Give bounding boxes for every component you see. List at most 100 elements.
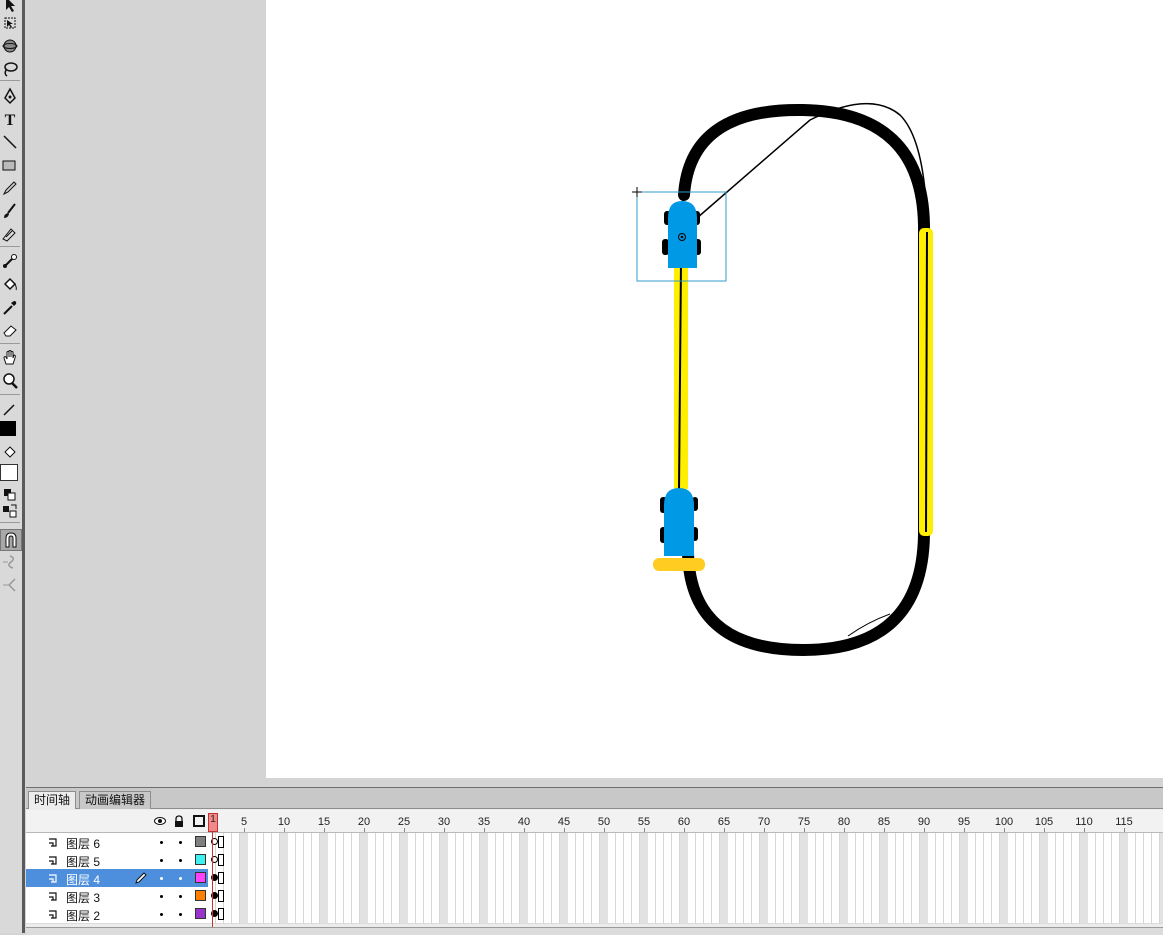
show-hide-eye-icon[interactable] <box>154 815 166 827</box>
line-tool-icon[interactable] <box>0 132 20 152</box>
frame-number: 85 <box>877 816 891 828</box>
frame-number: 55 <box>637 816 651 828</box>
frame-band <box>440 833 448 851</box>
frame-band <box>360 905 368 923</box>
eyedropper-tool-icon[interactable] <box>0 297 20 317</box>
layer-name-area[interactable]: 图层 4 <box>26 869 208 888</box>
layer-name[interactable]: 图层 3 <box>66 889 100 906</box>
frame-band <box>320 833 328 851</box>
frame-band <box>1120 887 1128 905</box>
frame-band <box>560 833 568 851</box>
layer-name[interactable]: 图层 5 <box>66 853 100 870</box>
layer-row[interactable]: 图层 6 <box>26 833 1163 852</box>
bottom-car[interactable] <box>660 488 698 556</box>
brush-tool-icon[interactable] <box>0 201 20 221</box>
layer-frames[interactable] <box>208 887 1163 906</box>
fill-color-swatch[interactable] <box>0 464 18 481</box>
frame-band <box>760 851 768 869</box>
deco-tool-icon[interactable] <box>0 224 20 244</box>
frame-band <box>600 887 608 905</box>
lock-dot[interactable] <box>179 895 182 898</box>
hand-tool-icon[interactable] <box>0 348 20 368</box>
frame-band <box>1120 905 1128 923</box>
smooth-icon[interactable] <box>0 552 20 572</box>
frame-band <box>960 887 968 905</box>
top-car[interactable] <box>662 201 701 268</box>
bone-tool-icon[interactable] <box>0 251 20 271</box>
zoom-tool-icon[interactable] <box>0 371 20 391</box>
free-transform-tool-icon[interactable] <box>0 13 20 33</box>
lasso-tool-icon[interactable] <box>0 59 20 79</box>
frame-band <box>1080 833 1088 851</box>
frame-band <box>440 851 448 869</box>
frame-number: 45 <box>557 816 571 828</box>
pen-tool-icon[interactable] <box>0 86 20 106</box>
selection-tool-icon[interactable] <box>0 0 20 14</box>
frame-tick <box>884 828 885 832</box>
paint-bucket-tool-icon[interactable] <box>0 274 20 294</box>
lock-dot[interactable] <box>179 913 182 916</box>
frame-ruler[interactable]: 1 5 10 15 20 25 30 35 40 45 50 55 60 65 70 75 80 85 90 95 1… <box>208 810 1163 832</box>
layer-outline-color-swatch[interactable] <box>195 872 206 883</box>
layer-row[interactable]: 图层 5 <box>26 851 1163 870</box>
layer-outline-color-swatch[interactable] <box>195 836 206 847</box>
straighten-icon[interactable] <box>0 575 20 595</box>
layer-frames[interactable] <box>208 851 1163 870</box>
eraser-tool-icon[interactable] <box>0 320 20 340</box>
layer-frames[interactable] <box>208 905 1163 924</box>
frame-number: 60 <box>677 816 691 828</box>
frame-band <box>400 869 408 887</box>
stroke-color-swatch[interactable] <box>0 421 16 436</box>
frame-band <box>880 851 888 869</box>
layer-name-area[interactable]: 图层 6 <box>26 833 208 852</box>
frame-band <box>440 869 448 887</box>
outline-icon[interactable] <box>193 815 205 827</box>
visibility-dot[interactable] <box>160 913 163 916</box>
frame-number: 105 <box>1034 816 1054 828</box>
layer-name[interactable]: 图层 6 <box>66 835 100 852</box>
layer-type-icon <box>49 892 57 901</box>
frame-band <box>760 887 768 905</box>
tab-timeline[interactable]: 时间轴 <box>28 791 77 809</box>
layer-name-area[interactable]: 图层 3 <box>26 887 208 906</box>
frame-number: 115 <box>1115 816 1133 828</box>
layer-name[interactable]: 图层 4 <box>66 871 100 888</box>
swap-colors-icon[interactable] <box>0 501 20 521</box>
visibility-dot[interactable] <box>160 895 163 898</box>
lock-dot[interactable] <box>179 841 182 844</box>
layer-outline-color-swatch[interactable] <box>195 854 206 865</box>
text-tool-icon[interactable]: T <box>0 109 20 129</box>
layer-name-area[interactable]: 图层 5 <box>26 851 208 870</box>
layer-row[interactable]: 图层 2 <box>26 905 1163 924</box>
frame-band <box>560 887 568 905</box>
tab-motion-editor[interactable]: 动画编辑器 <box>79 791 152 809</box>
frame-tick <box>364 828 365 832</box>
3d-rotation-tool-icon[interactable] <box>0 36 20 56</box>
layer-row[interactable]: 图层 4 <box>26 869 1163 888</box>
lock-dot[interactable] <box>179 877 182 880</box>
registration-crosshair <box>632 187 642 197</box>
playhead[interactable]: 1 <box>208 813 218 832</box>
snap-to-objects-icon[interactable] <box>0 529 22 551</box>
frame-band <box>280 905 288 923</box>
lock-icon[interactable] <box>173 815 185 827</box>
layer-name-area[interactable]: 图层 2 <box>26 905 208 924</box>
frame-band <box>1000 833 1008 851</box>
rectangle-tool-icon[interactable] <box>0 155 20 175</box>
layer-outline-color-swatch[interactable] <box>195 890 206 901</box>
frame-band <box>1120 833 1128 851</box>
frame-band <box>680 887 688 905</box>
stage[interactable] <box>266 0 1163 778</box>
visibility-dot[interactable] <box>160 841 163 844</box>
pencil-tool-icon[interactable] <box>0 178 20 198</box>
frame-band <box>1000 869 1008 887</box>
layer-outline-color-swatch[interactable] <box>195 908 206 919</box>
layer-row[interactable]: 图层 3 <box>26 887 1163 906</box>
layer-frames[interactable] <box>208 833 1163 852</box>
visibility-dot[interactable] <box>160 877 163 880</box>
visibility-dot[interactable] <box>160 859 163 862</box>
layer-frames[interactable] <box>208 869 1163 888</box>
lock-dot[interactable] <box>179 859 182 862</box>
layer-name[interactable]: 图层 2 <box>66 907 100 924</box>
frame-tick <box>1004 828 1005 832</box>
